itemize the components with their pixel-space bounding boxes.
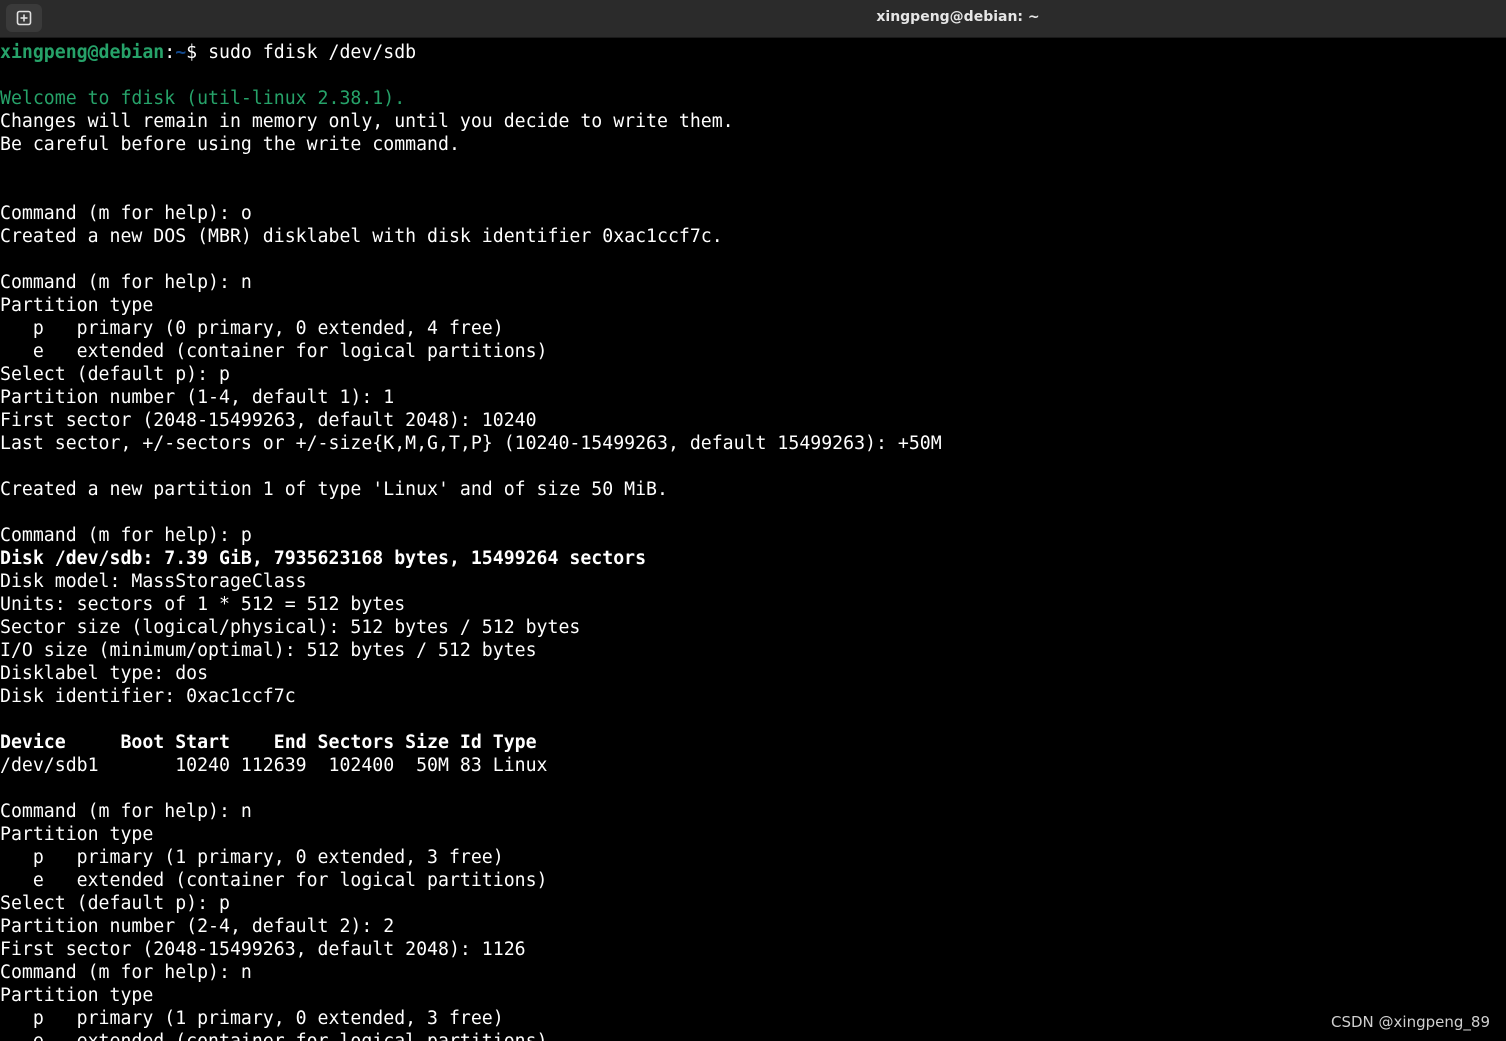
output-line: e extended (container for logical partit… bbox=[0, 1030, 1506, 1041]
output-line: I/O size (minimum/optimal): 512 bytes / … bbox=[0, 640, 537, 661]
command-text: sudo fdisk /dev/sdb bbox=[208, 42, 417, 63]
watermark: CSDN @xingpeng_89 bbox=[1331, 1013, 1490, 1031]
output-lines: Welcome to fdisk (util-linux 2.38.1). Cha… bbox=[0, 64, 1506, 1041]
output-line: p primary (1 primary, 0 extended, 3 free… bbox=[0, 1008, 504, 1029]
output-line: Created a new DOS (MBR) disklabel with d… bbox=[0, 226, 723, 247]
output-line: Partition number (1-4, default 1): 1 bbox=[0, 387, 395, 408]
prompt-symbol: $ bbox=[186, 42, 209, 63]
output-line: Partition type bbox=[0, 985, 154, 1006]
terminal-output[interactable]: xingpeng@debian:~$ sudo fdisk /dev/sdb W… bbox=[0, 41, 1506, 1041]
output-line: Last sector, +/-sectors or +/-size{K,M,G… bbox=[0, 433, 942, 454]
prompt-line: xingpeng@debian:~$ sudo fdisk /dev/sdb bbox=[0, 41, 1506, 64]
output-line: Disklabel type: dos bbox=[0, 663, 209, 684]
output-line: Welcome to fdisk (util-linux 2.38.1). bbox=[0, 88, 406, 109]
output-line: p primary (1 primary, 0 extended, 3 free… bbox=[0, 847, 504, 868]
output-line: Command (m for help): n bbox=[0, 801, 252, 822]
output-line: Created a new partition 1 of type 'Linux… bbox=[0, 479, 668, 500]
output-line: Select (default p): p bbox=[0, 893, 230, 914]
output-line: /dev/sdb1 10240 112639 102400 50M 83 Lin… bbox=[0, 755, 548, 776]
prompt-path: ~ bbox=[175, 42, 187, 63]
output-line: Disk /dev/sdb: 7.39 GiB, 7935623168 byte… bbox=[0, 548, 647, 569]
output-line: Disk model: MassStorageClass bbox=[0, 571, 307, 592]
output-line: e extended (container for logical partit… bbox=[0, 870, 548, 891]
output-line: Command (m for help): n bbox=[0, 962, 252, 983]
output-line: Select (default p): p bbox=[0, 364, 230, 385]
output-line: Disk identifier: 0xac1ccf7c bbox=[0, 686, 296, 707]
output-line: Partition type bbox=[0, 824, 154, 845]
window-title: xingpeng@debian: ~ bbox=[876, 9, 1040, 25]
prompt-colon: : bbox=[164, 42, 176, 63]
terminal-window: xingpeng@debian: ~ xingpeng@debian:~$ su… bbox=[0, 0, 1506, 1041]
title-bar: xingpeng@debian: ~ bbox=[0, 0, 1506, 38]
output-line: Be careful before using the write comman… bbox=[0, 134, 460, 155]
output-line: Partition number (2-4, default 2): 2 bbox=[0, 916, 395, 937]
output-line: First sector (2048-15499263, default 204… bbox=[0, 410, 537, 431]
output-line: Units: sectors of 1 * 512 = 512 bytes bbox=[0, 594, 406, 615]
output-line: Sector size (logical/physical): 512 byte… bbox=[0, 617, 581, 638]
output-line: Command (m for help): o bbox=[0, 203, 252, 224]
output-line: First sector (2048-15499263, default 204… bbox=[0, 939, 526, 960]
prompt-user: xingpeng@debian bbox=[0, 42, 165, 63]
output-line: Partition type bbox=[0, 295, 154, 316]
output-line: Command (m for help): n bbox=[0, 272, 252, 293]
output-line: Device Boot Start End Sectors Size Id Ty… bbox=[0, 732, 537, 753]
output-line: e extended (container for logical partit… bbox=[0, 341, 548, 362]
output-line: Changes will remain in memory only, unti… bbox=[0, 111, 734, 132]
output-line: p primary (0 primary, 0 extended, 4 free… bbox=[0, 318, 504, 339]
output-line: Command (m for help): p bbox=[0, 525, 252, 546]
